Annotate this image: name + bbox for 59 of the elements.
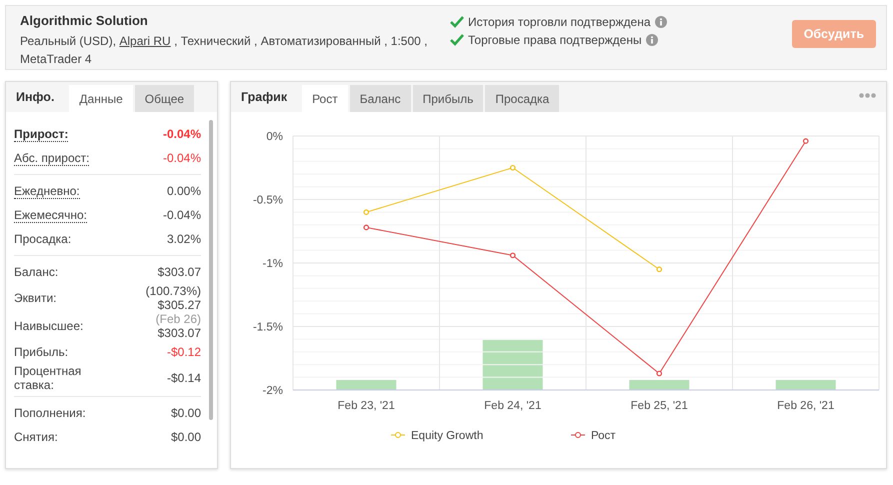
axis-label: Feb 25, '21 (630, 400, 688, 412)
axis-label: -1% (262, 258, 283, 270)
stat-value: $303.07 (158, 265, 201, 279)
stat-value: -0.04% (162, 127, 201, 141)
tab[interactable]: Просадка (485, 85, 560, 112)
stat-label: Просадка: (14, 232, 72, 246)
stat-label: Процентная ставка: (14, 364, 82, 392)
legend-label[interactable]: Equity Growth (411, 430, 484, 442)
stat-label[interactable]: Прирост: (14, 126, 68, 142)
stat-label: Эквити: (14, 291, 58, 305)
axis-label: -1.5% (252, 322, 283, 334)
stat-value: $0.00 (170, 406, 201, 420)
legend-label[interactable]: Рост (591, 430, 616, 442)
stat-value: -$0.12 (166, 345, 201, 359)
axis-label: Feb 24, '21 (484, 400, 542, 412)
panel-heading: График (240, 90, 288, 106)
stat-label[interactable]: Абс. прирост: (14, 150, 90, 166)
stat-label: Снятия: (14, 430, 59, 444)
axis-label: Feb 23, '21 (338, 400, 395, 412)
scrollbar[interactable] (209, 120, 213, 420)
stat-note: (100.73%) (146, 284, 201, 298)
legend-marker[interactable] (570, 432, 586, 438)
tab[interactable]: Общее (134, 85, 194, 112)
tab[interactable]: Рост (302, 85, 348, 112)
stat-value: -0.04% (162, 151, 201, 165)
stat-value: $0.00 (170, 430, 201, 444)
tab[interactable]: Прибыль (412, 85, 484, 112)
stat-label[interactable]: Ежедневно: (14, 184, 80, 198)
verification-text: История торговли подтверждена (468, 15, 651, 29)
tab[interactable]: Данные (69, 85, 133, 112)
data-point (510, 164, 516, 171)
axis-label: 0% (266, 131, 283, 143)
stat-value: -$0.14 (166, 371, 201, 385)
stat-value: $303.07 (156, 326, 201, 340)
axis-label: Feb 26, '21 (777, 400, 834, 412)
account-title: Algorithmic Solution (20, 13, 149, 28)
legend-marker[interactable] (390, 432, 406, 438)
more-icon[interactable] (859, 93, 876, 98)
account-details: Реальный (USD), Alpari RU , Технический , Автоматизированный , 1:500 , MetaTrader 4 (20, 33, 428, 68)
broker-link[interactable]: Alpari RU (119, 34, 171, 48)
panel-heading: Инфо. (15, 90, 56, 106)
stat-label: Наивысшее: (14, 319, 84, 333)
stat-label: Прибыль: (14, 345, 70, 359)
data-point (656, 266, 662, 272)
stat-label: Пополнения: (14, 406, 87, 420)
verification-text: Торговые права подтверждены (468, 33, 642, 47)
info-icon[interactable] (646, 34, 658, 46)
data-point (802, 138, 809, 144)
stat-note: (Feb 26) (156, 312, 201, 326)
info-icon[interactable] (654, 16, 667, 28)
stat-value: -0.04% (162, 208, 201, 222)
stat-value: $305.27 (156, 298, 201, 312)
stat-value: 3.02% (166, 232, 201, 246)
stat-value: 0.00% (166, 184, 201, 198)
tab[interactable]: Баланс (350, 85, 411, 112)
axis-label: -0.5% (252, 194, 283, 206)
stat-label[interactable]: Ежемесячно: (14, 208, 88, 222)
stat-label: Баланс: (14, 265, 60, 279)
axis-label: -2% (262, 385, 283, 397)
